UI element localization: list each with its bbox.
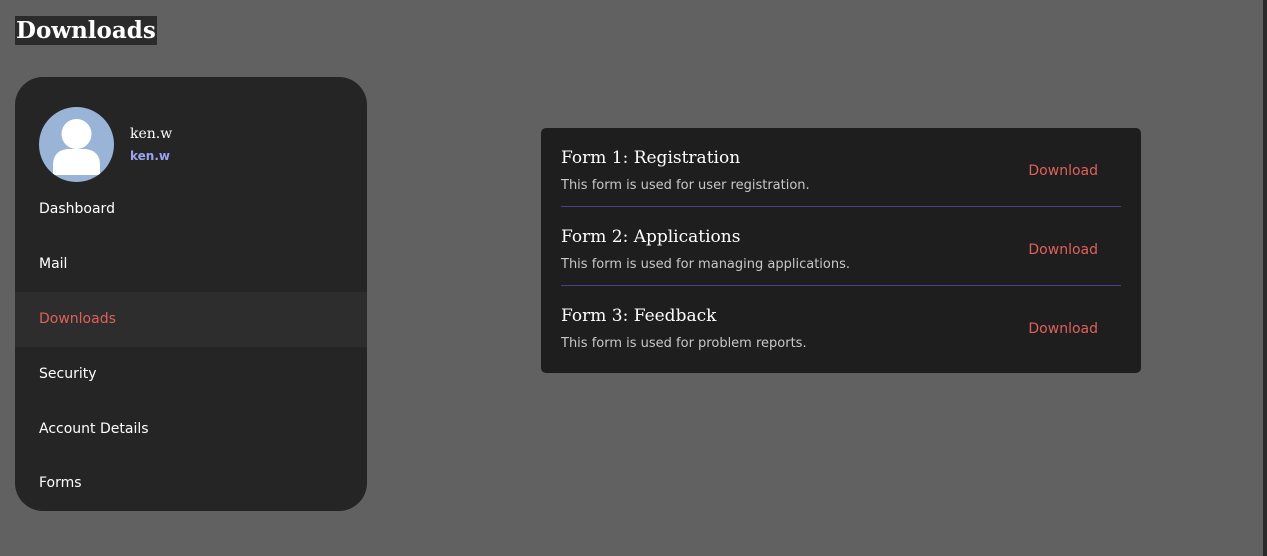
form-title: Form 3: Feedback [561,306,717,326]
sidebar-item-downloads[interactable]: Downloads [15,292,367,347]
download-button[interactable]: Download [1028,320,1098,338]
page-title: Downloads [15,16,157,45]
window-edge [1263,0,1267,556]
user-silhouette-icon [53,119,100,175]
sidebar-nav: Dashboard Mail Downloads Security Accoun… [15,182,367,510]
user-profile: ken.w ken.w [39,107,172,182]
sidebar: ken.w ken.w Dashboard Mail Downloads Sec… [15,77,367,511]
download-button[interactable]: Download [1028,162,1098,180]
profile-text: ken.w ken.w [130,125,172,165]
list-item: Form 3: Feedback This form is used for p… [561,286,1121,365]
sidebar-item-mail[interactable]: Mail [15,237,367,292]
sidebar-item-dashboard[interactable]: Dashboard [15,182,367,237]
form-title: Form 1: Registration [561,148,741,168]
list-item: Form 2: Applications This form is used f… [561,207,1121,286]
list-item: Form 1: Registration This form is used f… [561,128,1121,207]
sidebar-item-forms[interactable]: Forms [15,457,367,510]
sidebar-item-account-details[interactable]: Account Details [15,402,367,457]
downloads-list: Form 1: Registration This form is used f… [541,128,1141,373]
download-button[interactable]: Download [1028,241,1098,259]
profile-name: ken.w [130,125,173,142]
form-description: This form is used for problem reports. [561,336,807,351]
form-description: This form is used for managing applicati… [561,257,850,272]
form-title: Form 2: Applications [561,227,741,247]
profile-handle[interactable]: ken.w [130,147,172,165]
form-description: This form is used for user registration. [561,178,810,193]
avatar [39,107,114,182]
sidebar-item-security[interactable]: Security [15,347,367,402]
